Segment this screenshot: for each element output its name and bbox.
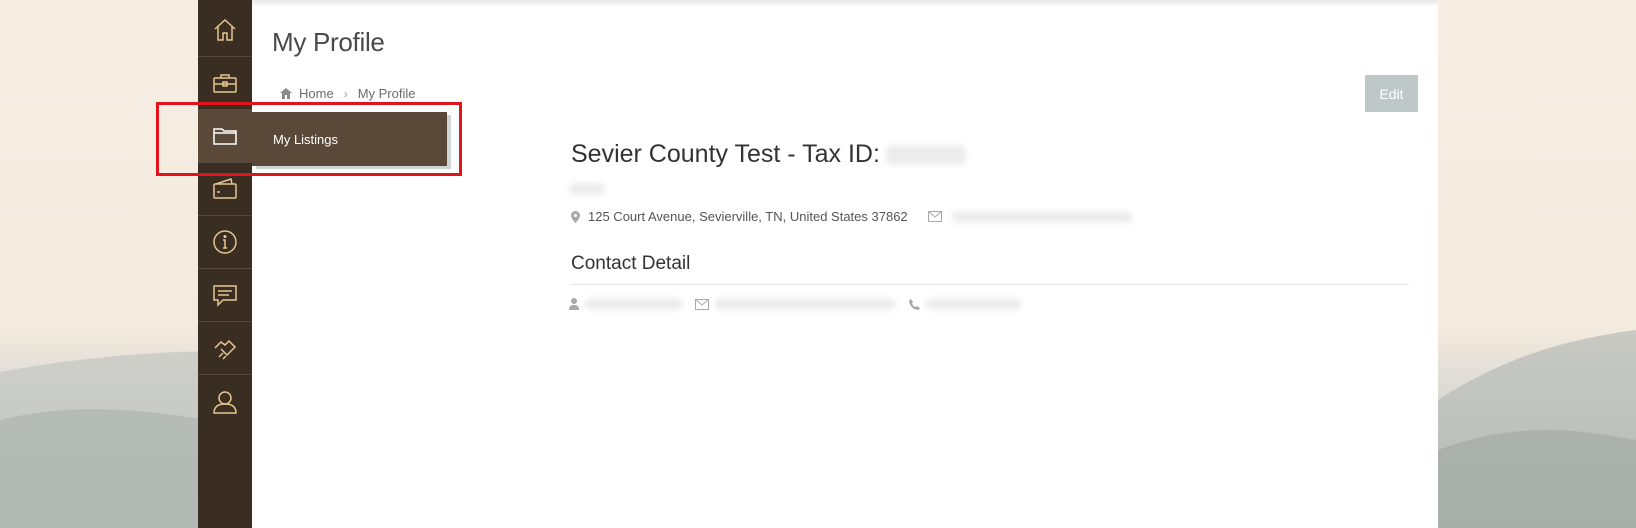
sidebar-item-partners[interactable] [198, 322, 252, 375]
chat-icon [213, 285, 237, 307]
briefcase-icon [213, 74, 237, 93]
person-icon [569, 298, 579, 310]
redacted-subtitle [569, 183, 605, 195]
redacted-contact-name [585, 298, 683, 310]
breadcrumb-current: My Profile [357, 86, 416, 101]
wallet-icon [213, 178, 237, 199]
redacted-tax-id [885, 144, 966, 165]
breadcrumb: Home › My Profile [280, 86, 415, 101]
breadcrumb-home-icon [280, 88, 292, 99]
organization-title: Sevier County Test - Tax ID: [571, 140, 966, 169]
contact-divider [571, 284, 1409, 285]
redacted-contact-email [715, 298, 895, 310]
sidebar [198, 0, 252, 528]
phone-icon [909, 298, 920, 310]
edit-button[interactable]: Edit [1365, 75, 1418, 112]
contact-detail-heading: Contact Detail [571, 253, 691, 274]
home-icon [214, 18, 236, 41]
email-icon [927, 211, 942, 222]
breadcrumb-home-link[interactable]: Home [299, 86, 334, 101]
main-content: My Profile Home › My Profile Edit Sevier… [252, 0, 1438, 528]
address-text: 125 Court Avenue, Sevierville, TN, Unite… [588, 209, 908, 224]
address-row: 125 Court Avenue, Sevierville, TN, Unite… [571, 209, 1132, 224]
sidebar-item-messages[interactable] [198, 269, 252, 322]
annotation-highlight-box [156, 102, 462, 176]
location-pin-icon [571, 210, 580, 223]
sidebar-item-info[interactable] [198, 216, 252, 269]
breadcrumb-separator-icon: › [343, 86, 348, 101]
organization-title-text: Sevier County Test - Tax ID: [571, 140, 880, 168]
content-top-shadow [252, 0, 1438, 7]
redacted-email [951, 210, 1132, 223]
page-title: My Profile [272, 27, 385, 57]
sidebar-item-profile[interactable] [198, 375, 252, 428]
handshake-icon [214, 339, 237, 360]
info-icon [213, 230, 237, 254]
contact-email-icon [695, 298, 709, 310]
sidebar-item-home[interactable] [198, 4, 252, 57]
contact-detail-row [569, 298, 1022, 310]
redacted-contact-phone [926, 298, 1022, 310]
user-icon [213, 390, 237, 414]
